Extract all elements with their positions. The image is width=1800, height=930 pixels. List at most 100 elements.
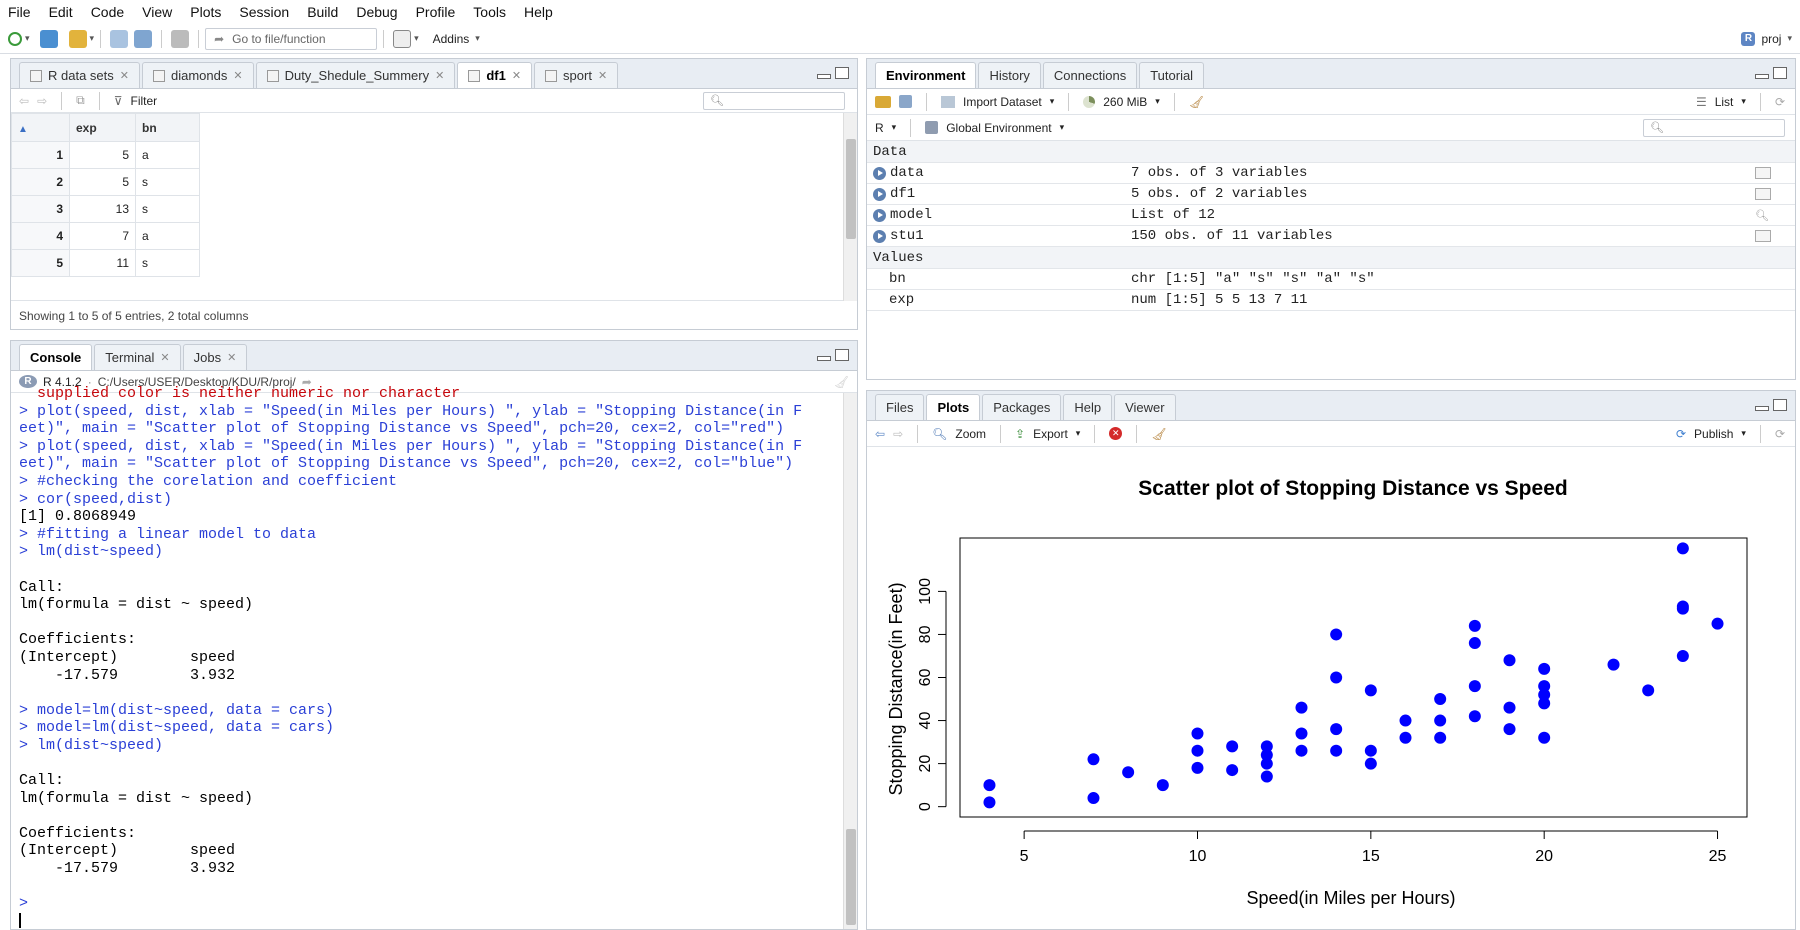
save-workspace-icon[interactable] xyxy=(899,95,912,108)
close-tab-icon[interactable]: ✕ xyxy=(227,351,236,364)
new-file-icon[interactable] xyxy=(8,31,22,46)
source-scrollbar[interactable] xyxy=(843,113,857,301)
table-row[interactable]: 47a xyxy=(11,222,200,250)
open-file-icon[interactable] xyxy=(68,29,87,48)
menu-edit[interactable]: Edit xyxy=(49,4,73,20)
tab-connections[interactable]: Connections xyxy=(1042,62,1138,88)
menu-session[interactable]: Session xyxy=(239,4,289,20)
plots-window-controls[interactable] xyxy=(1755,399,1787,411)
column-header-bn[interactable]: bn xyxy=(135,113,200,142)
memory-usage[interactable]: 260 MiB xyxy=(1103,95,1147,109)
grid-layout-icon[interactable] xyxy=(393,29,412,48)
tab-duty-shedule-summery[interactable]: Duty_Shedule_Summery ✕ xyxy=(255,62,456,88)
table-row[interactable]: 3 13 s xyxy=(11,195,200,223)
data-search-input[interactable]: 🔍︎ xyxy=(703,91,845,110)
project-menu[interactable]: R proj ▾ xyxy=(1741,31,1792,46)
close-tab-icon[interactable]: ✕ xyxy=(160,351,169,364)
env-row[interactable]: stu1 150 obs. of 11 variables xyxy=(867,226,1795,247)
tab-environment[interactable]: Environment xyxy=(875,62,977,88)
goto-file-input[interactable]: ➦ Go to file/function xyxy=(205,27,378,50)
import-dataset-button[interactable]: Import Dataset xyxy=(963,95,1042,109)
expand-icon[interactable] xyxy=(873,208,886,222)
next-plot-icon[interactable]: ⇨ xyxy=(893,427,903,441)
zoom-button[interactable]: Zoom xyxy=(955,427,986,441)
view-table-icon[interactable] xyxy=(1755,167,1771,179)
previous-plot-icon[interactable]: ⇦ xyxy=(875,427,885,441)
cell-exp[interactable]: 7 xyxy=(69,222,136,250)
close-tab-icon[interactable]: ✕ xyxy=(120,69,129,82)
tab-diamonds[interactable]: diamonds ✕ xyxy=(141,62,254,88)
expand-icon[interactable] xyxy=(873,229,886,243)
menu-debug[interactable]: Debug xyxy=(356,4,397,20)
menu-profile[interactable]: Profile xyxy=(416,4,456,20)
table-row[interactable]: 5 11 s xyxy=(11,249,200,277)
close-tab-icon[interactable]: ✕ xyxy=(233,69,242,82)
column-header-exp[interactable]: exp xyxy=(69,113,136,142)
tab-console[interactable]: Console xyxy=(19,344,93,370)
tab-r-data-sets[interactable]: R data sets ✕ xyxy=(19,62,140,88)
env-window-controls[interactable] xyxy=(1755,67,1787,79)
expand-icon[interactable] xyxy=(873,166,886,180)
filter-icon[interactable]: ⊽ xyxy=(114,94,123,108)
env-row[interactable]: model List of 12 🔍︎ xyxy=(867,205,1795,226)
back-icon[interactable]: ⇦ xyxy=(19,94,29,108)
forward-icon[interactable]: ⇨ xyxy=(37,94,47,108)
row-number-header[interactable]: ▲ xyxy=(11,113,70,142)
save-icon[interactable] xyxy=(110,29,129,48)
language-dropdown[interactable]: R xyxy=(875,121,884,135)
tab-help[interactable]: Help xyxy=(1063,394,1113,420)
filter-button[interactable]: Filter xyxy=(131,94,158,108)
tab-jobs[interactable]: Jobs ✕ xyxy=(182,344,248,370)
export-button[interactable]: Export xyxy=(1033,427,1068,441)
clear-plots-icon[interactable]: 🧹︎ xyxy=(1151,427,1166,441)
expand-icon[interactable] xyxy=(873,187,886,201)
table-row[interactable]: 15a xyxy=(11,141,200,169)
close-tab-icon[interactable]: ✕ xyxy=(598,69,607,82)
save-all-icon[interactable] xyxy=(134,29,153,48)
tab-sport[interactable]: sport ✕ xyxy=(534,62,619,88)
magnifier-icon[interactable]: 🔍︎ xyxy=(1755,209,1771,223)
tab-files[interactable]: Files xyxy=(875,394,925,420)
cell-bn[interactable]: a xyxy=(135,141,200,169)
tab-df1[interactable]: df1 ✕ xyxy=(457,62,533,88)
cell-exp[interactable]: 13 xyxy=(69,195,136,223)
env-row[interactable]: data 7 obs. of 3 variables xyxy=(867,163,1795,184)
load-workspace-icon[interactable] xyxy=(875,95,891,108)
cell-exp[interactable]: 11 xyxy=(69,249,136,277)
menu-plots[interactable]: Plots xyxy=(190,4,221,20)
popout-icon[interactable]: ⧉ xyxy=(76,93,85,108)
tab-viewer[interactable]: Viewer xyxy=(1114,394,1176,420)
env-row[interactable]: df1 5 obs. of 2 variables xyxy=(867,184,1795,205)
tab-plots[interactable]: Plots xyxy=(926,394,981,420)
new-project-icon[interactable] xyxy=(39,29,58,48)
close-tab-icon[interactable]: ✕ xyxy=(512,69,521,82)
console-output[interactable]: supplied color is neither numeric nor ch… xyxy=(11,385,843,929)
broom-icon[interactable]: 🧹︎ xyxy=(1189,95,1204,109)
menu-file[interactable]: File xyxy=(8,4,31,20)
tab-packages[interactable]: Packages xyxy=(982,394,1062,420)
view-mode-dropdown[interactable]: List xyxy=(1715,95,1734,109)
refresh-icon[interactable]: ⟳ xyxy=(1775,95,1785,109)
addins-menu[interactable]: Addins xyxy=(433,32,470,46)
tab-tutorial[interactable]: Tutorial xyxy=(1139,62,1205,88)
menu-view[interactable]: View xyxy=(142,4,172,20)
cell-exp[interactable]: 5 xyxy=(69,141,136,169)
cell-bn[interactable]: s xyxy=(135,249,200,277)
tab-terminal[interactable]: Terminal ✕ xyxy=(94,344,181,370)
menu-code[interactable]: Code xyxy=(91,4,124,20)
remove-plot-icon[interactable]: ✕ xyxy=(1109,427,1123,440)
cell-bn[interactable]: s xyxy=(135,195,200,223)
view-table-icon[interactable] xyxy=(1755,230,1771,242)
scope-dropdown[interactable]: Global Environment xyxy=(946,121,1051,135)
menu-build[interactable]: Build xyxy=(307,4,338,20)
console-window-controls[interactable] xyxy=(817,349,849,361)
pane-window-controls[interactable] xyxy=(817,67,849,79)
env-row[interactable]: bn chr [1:5] "a" "s" "s" "a" "s" xyxy=(867,269,1795,290)
tab-history[interactable]: History xyxy=(978,62,1041,88)
print-icon[interactable] xyxy=(171,29,190,48)
console-scrollbar[interactable] xyxy=(843,393,857,929)
cell-bn[interactable]: s xyxy=(135,168,200,196)
menu-tools[interactable]: Tools xyxy=(473,4,506,20)
close-tab-icon[interactable]: ✕ xyxy=(435,69,444,82)
view-table-icon[interactable] xyxy=(1755,188,1771,200)
